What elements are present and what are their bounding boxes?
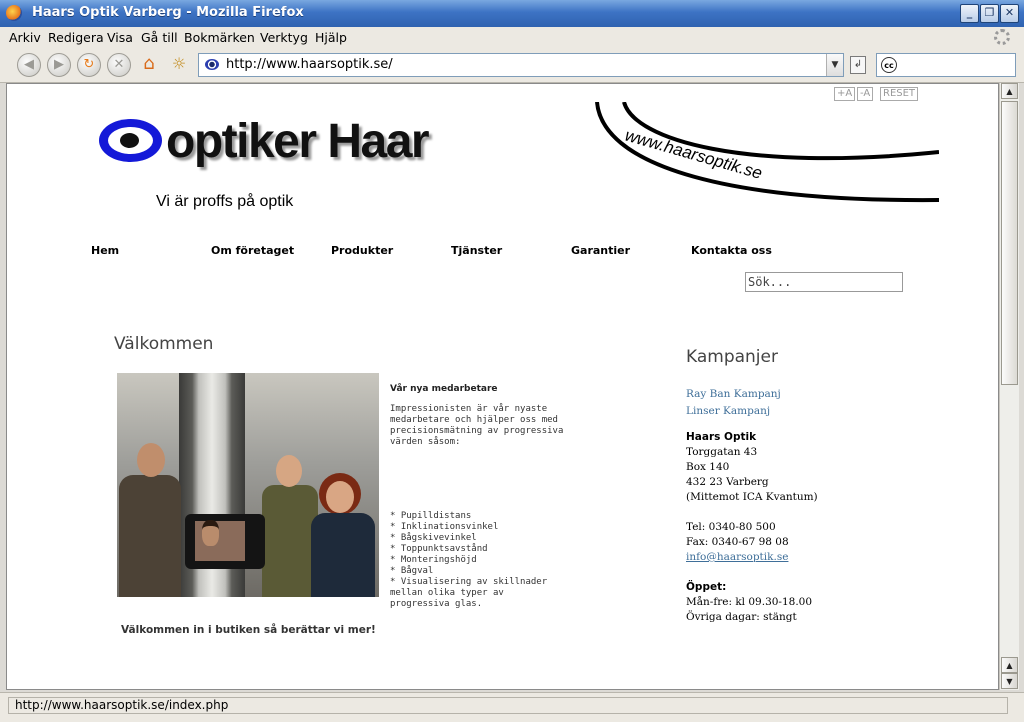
call-to-action-text: Välkommen in i butiken så berättar vi me… xyxy=(121,624,376,636)
url-text[interactable]: http://www.haarsoptik.se/ xyxy=(226,57,393,72)
menu-verktyg[interactable]: Verktyg xyxy=(260,30,308,45)
window-titlebar: Haars Optik Varberg - Mozilla Firefox _ … xyxy=(0,0,1024,28)
menu-ga-till[interactable]: Gå till xyxy=(141,30,178,45)
bookmarks-button[interactable]: ☼ xyxy=(167,53,191,77)
address-line: (Mittemot ICA Kvantum) xyxy=(686,491,818,503)
menu-hjalp[interactable]: Hjälp xyxy=(315,30,347,45)
email-link[interactable]: info@haarsoptik.se xyxy=(686,551,788,563)
stop-button[interactable]: ✕ xyxy=(107,53,131,77)
staff-photo xyxy=(117,373,379,597)
list-item: * Bågval xyxy=(390,566,434,576)
address-line: Torggatan 43 xyxy=(686,446,758,458)
feature-list: * Pupilldistans * Inklinationsvinkel * B… xyxy=(390,511,568,610)
news-block: Vår nya medarbetare Impressionisten är v… xyxy=(390,384,568,609)
list-item: * Inklinationsvinkel xyxy=(390,522,499,532)
menu-bar: Arkiv Redigera Visa Gå till Bokmärken Ve… xyxy=(0,27,1024,49)
scroll-up-button[interactable]: ▲ xyxy=(1001,83,1018,99)
throbber-icon xyxy=(994,29,1010,45)
tablet-device-icon xyxy=(185,514,265,569)
nav-produkter[interactable]: Produkter xyxy=(331,244,393,257)
nav-tjanster[interactable]: Tjänster xyxy=(451,244,502,257)
status-bar: http://www.haarsoptik.se/index.php xyxy=(0,692,1024,722)
forward-button[interactable]: ▶ xyxy=(47,53,71,77)
nav-om-foretaget[interactable]: Om företaget xyxy=(211,244,294,257)
scrollbar-thumb[interactable] xyxy=(1001,101,1018,385)
site-search-input[interactable]: Sök... xyxy=(745,272,903,292)
list-item: * Bågskivevinkel xyxy=(390,533,477,543)
browser-search-box[interactable]: cc xyxy=(876,53,1016,77)
home-button[interactable]: ⌂ xyxy=(137,53,161,77)
firefox-icon xyxy=(6,5,22,21)
phone-number: Tel: 0340-80 500 xyxy=(686,521,776,533)
font-increase-button[interactable]: +A xyxy=(834,87,856,101)
list-item: * Pupilldistans xyxy=(390,511,472,521)
address-bar[interactable]: http://www.haarsoptik.se/ ▼ xyxy=(198,53,844,77)
menu-bokmarken[interactable]: Bokmärken xyxy=(184,30,255,45)
list-item: * Visualisering av skillnader mellan oli… xyxy=(390,577,548,609)
opening-hours-line: Övriga dagar: stängt xyxy=(686,611,797,623)
welcome-heading: Välkommen xyxy=(114,334,214,354)
campaigns-heading: Kampanjer xyxy=(686,347,778,367)
reload-button[interactable]: ↻ xyxy=(77,53,101,77)
news-title: Vår nya medarbetare xyxy=(390,384,498,394)
minimize-button[interactable]: _ xyxy=(960,4,979,23)
list-item: * Toppunktsavstånd xyxy=(390,544,488,554)
status-text: http://www.haarsoptik.se/index.php xyxy=(8,697,1008,714)
site-slogan: Vi är proffs på optik xyxy=(156,193,294,210)
fax-number: Fax: 0340-67 98 08 xyxy=(686,536,789,548)
swoosh-graphic: www.haarsoptik.se xyxy=(595,102,939,203)
search-engine-icon[interactable]: cc xyxy=(881,57,897,73)
close-button[interactable]: ✕ xyxy=(1000,4,1019,23)
menu-arkiv[interactable]: Arkiv xyxy=(9,30,41,45)
address-line: 432 23 Varberg xyxy=(686,476,769,488)
list-item: * Monteringshöjd xyxy=(390,555,477,565)
back-button[interactable]: ◀ xyxy=(17,53,41,77)
news-intro: Impressionisten är vår nyaste medarbetar… xyxy=(390,404,564,447)
vertical-scrollbar[interactable]: ▲ ▲ ▼ xyxy=(999,83,1019,690)
nav-garantier[interactable]: Garantier xyxy=(571,244,630,257)
scroll-up-button-bottom[interactable]: ▲ xyxy=(1001,657,1018,673)
shop-name: Haars Optik xyxy=(686,431,757,443)
site-logo-text[interactable]: optiker Haar xyxy=(166,114,430,169)
scroll-down-button[interactable]: ▼ xyxy=(1001,673,1018,689)
web-page: +A -A RESET optiker Haar Vi är proffs på… xyxy=(82,84,939,689)
font-decrease-button[interactable]: -A xyxy=(857,87,874,101)
page-viewport: +A -A RESET optiker Haar Vi är proffs på… xyxy=(6,83,999,690)
window-title: Haars Optik Varberg - Mozilla Firefox xyxy=(32,5,304,20)
navigation-toolbar: ◀ ▶ ↻ ✕ ⌂ ☼ http://www.haarsoptik.se/ ▼ … xyxy=(0,49,1024,83)
nav-hem[interactable]: Hem xyxy=(91,244,119,257)
font-reset-button[interactable]: RESET xyxy=(880,87,919,101)
menu-redigera[interactable]: Redigera xyxy=(48,30,104,45)
sidebar: Ray Ban Kampanj Linser Kampanj Haars Opt… xyxy=(686,386,906,625)
opening-hours-title: Öppet: xyxy=(686,581,727,593)
link-linser-kampanj[interactable]: Linser Kampanj xyxy=(686,403,906,420)
go-button[interactable]: ↲ xyxy=(850,56,866,74)
menu-visa[interactable]: Visa xyxy=(107,30,133,45)
maximize-button[interactable]: ❐ xyxy=(980,4,999,23)
url-history-dropdown[interactable]: ▼ xyxy=(826,54,843,76)
eye-logo-icon xyxy=(99,119,162,162)
opening-hours-line: Mån-fre: kl 09.30-18.00 xyxy=(686,596,813,608)
address-line: Box 140 xyxy=(686,461,730,473)
nav-kontakta-oss[interactable]: Kontakta oss xyxy=(691,244,772,257)
link-ray-ban-kampanj[interactable]: Ray Ban Kampanj xyxy=(686,386,906,403)
site-favicon-icon xyxy=(205,59,219,70)
